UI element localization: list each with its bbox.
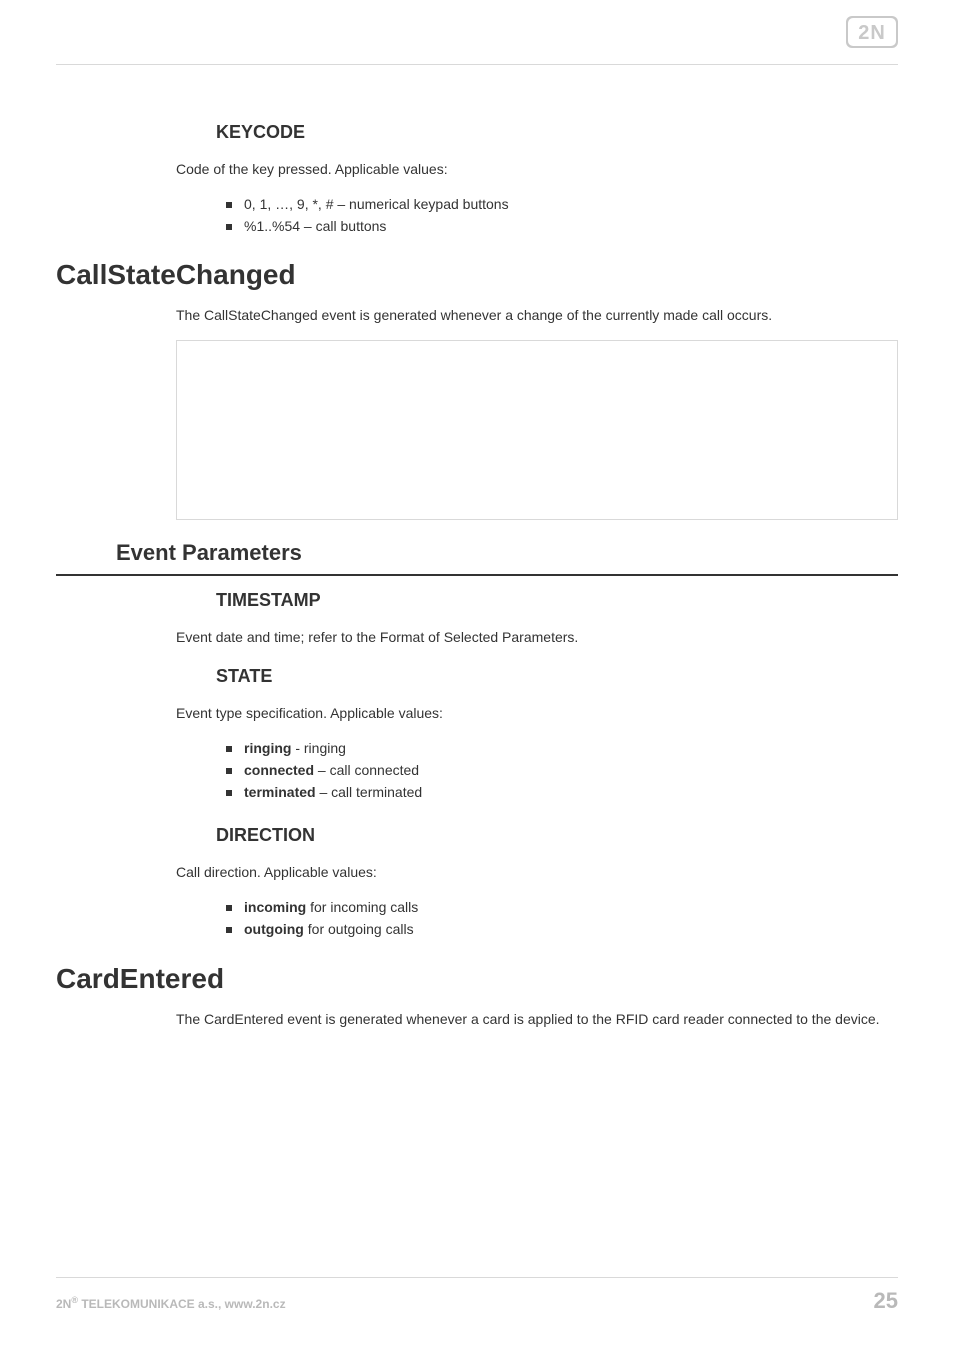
list-item: connected – call connected bbox=[226, 760, 898, 782]
heading-event-parameters: Event Parameters bbox=[116, 540, 898, 572]
footer-rule bbox=[56, 1277, 898, 1278]
text-cardentered: The CardEntered event is generated whene… bbox=[176, 1009, 898, 1030]
list-item-bold: connected bbox=[244, 762, 314, 778]
page-number: 25 bbox=[874, 1288, 898, 1314]
list-item-bold: ringing bbox=[244, 740, 291, 756]
footer-left: 2N® TELEKOMUNIKACE a.s., www.2n.cz bbox=[56, 1295, 286, 1311]
footer-brand-rest: TELEKOMUNIKACE a.s., www.2n.cz bbox=[78, 1297, 286, 1311]
text-timestamp: Event date and time; refer to the Format… bbox=[176, 627, 898, 648]
page: 2N KEYCODE Code of the key pressed. Appl… bbox=[0, 0, 954, 1350]
list-state: ringing - ringing connected – call conne… bbox=[226, 738, 898, 803]
list-keycode: 0, 1, …, 9, *, # – numerical keypad butt… bbox=[226, 194, 898, 237]
footer-brand-sup: ® bbox=[71, 1295, 78, 1305]
heading-rule bbox=[56, 574, 898, 576]
footer: 2N® TELEKOMUNIKACE a.s., www.2n.cz 25 bbox=[56, 1277, 898, 1314]
heading-cardentered: CardEntered bbox=[56, 963, 898, 995]
heading-direction: DIRECTION bbox=[216, 825, 898, 846]
header-rule bbox=[56, 64, 898, 65]
list-item-rest: for incoming calls bbox=[306, 899, 418, 915]
list-item: incoming for incoming calls bbox=[226, 897, 898, 919]
brand-logo: 2N bbox=[846, 16, 898, 53]
list-item: terminated – call terminated bbox=[226, 782, 898, 804]
list-item-bold: terminated bbox=[244, 784, 316, 800]
content: KEYCODE Code of the key pressed. Applica… bbox=[56, 122, 898, 1030]
heading-event-parameters-wrap: Event Parameters bbox=[56, 540, 898, 576]
list-item-bold: outgoing bbox=[244, 921, 304, 937]
heading-timestamp: TIMESTAMP bbox=[216, 590, 898, 611]
footer-brand-prefix: 2N bbox=[56, 1297, 71, 1311]
svg-text:2N: 2N bbox=[858, 22, 886, 44]
list-item-bold: incoming bbox=[244, 899, 306, 915]
code-box-placeholder bbox=[176, 340, 898, 520]
list-item-rest: - ringing bbox=[291, 740, 345, 756]
list-item: 0, 1, …, 9, *, # – numerical keypad butt… bbox=[226, 194, 898, 216]
text-state: Event type specification. Applicable val… bbox=[176, 703, 898, 724]
list-direction: incoming for incoming calls outgoing for… bbox=[226, 897, 898, 940]
list-item: outgoing for outgoing calls bbox=[226, 919, 898, 941]
list-item-rest: – call connected bbox=[314, 762, 419, 778]
heading-callstatechanged: CallStateChanged bbox=[56, 259, 898, 291]
text-keycode: Code of the key pressed. Applicable valu… bbox=[176, 159, 898, 180]
heading-state: STATE bbox=[216, 666, 898, 687]
text-direction: Call direction. Applicable values: bbox=[176, 862, 898, 883]
text-callstatechanged: The CallStateChanged event is generated … bbox=[176, 305, 898, 326]
heading-keycode: KEYCODE bbox=[216, 122, 898, 143]
list-item: %1..%54 – call buttons bbox=[226, 216, 898, 238]
list-item: ringing - ringing bbox=[226, 738, 898, 760]
list-item-rest: for outgoing calls bbox=[304, 921, 414, 937]
list-item-rest: – call terminated bbox=[316, 784, 423, 800]
